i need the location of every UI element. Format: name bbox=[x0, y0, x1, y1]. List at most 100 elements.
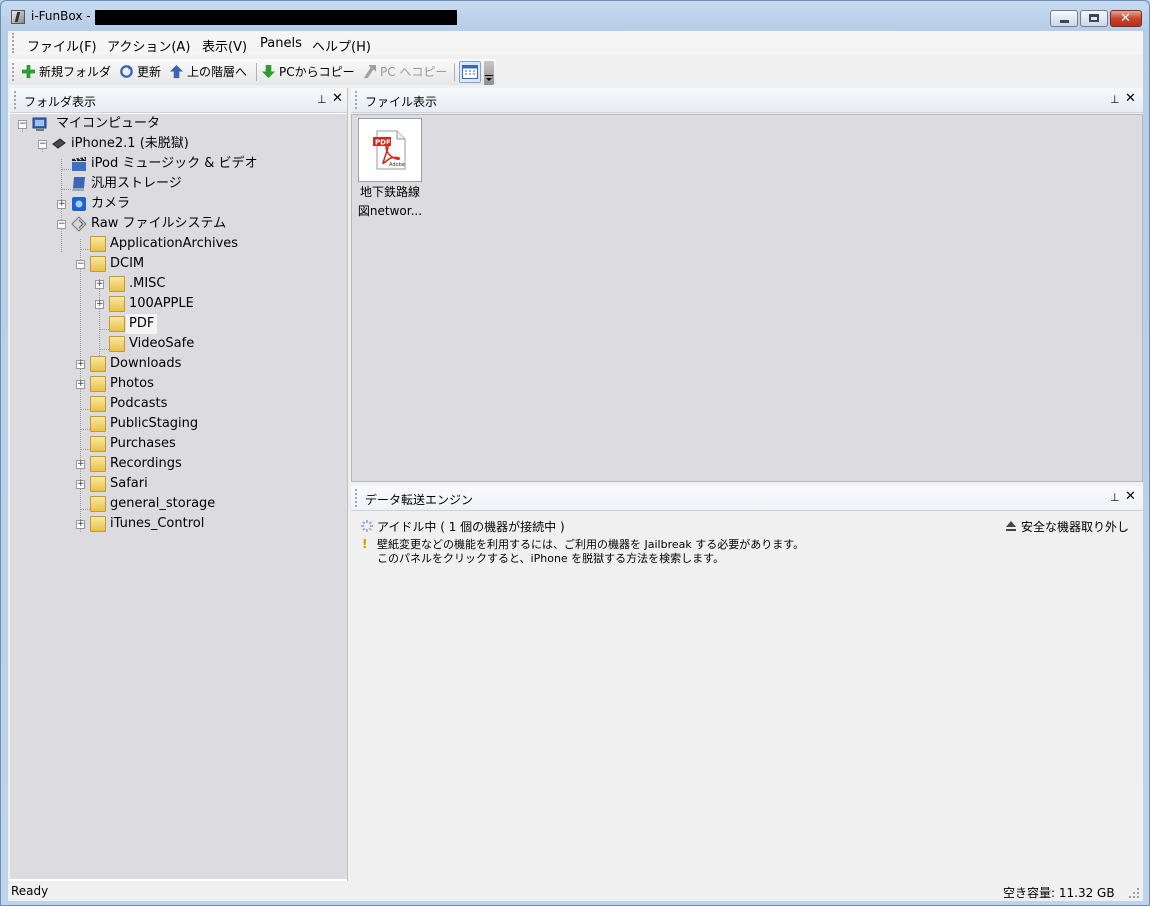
folder-pane: フォルダ表示 ⊥ ✕ − マイコンピュータ − iPhone2.1 (未脱獄) … bbox=[10, 88, 348, 881]
close-button[interactable]: ✕ bbox=[1110, 10, 1142, 27]
title-bar[interactable]: i-FunBox - ✕ bbox=[1, 1, 1149, 31]
tree-item-label: ApplicationArchives bbox=[110, 236, 239, 251]
pdf-file-icon: PDF Adobe bbox=[373, 130, 406, 170]
expand-icon[interactable]: + bbox=[95, 280, 104, 289]
folder-icon bbox=[109, 316, 125, 332]
folder-icon bbox=[90, 416, 106, 432]
expand-icon[interactable]: + bbox=[76, 460, 85, 469]
toolbar-separator bbox=[454, 63, 455, 81]
tree-item-label: Recordings bbox=[110, 456, 182, 471]
status-bar: Ready 空き容量: 11.32 GB bbox=[8, 881, 1143, 901]
tree-item-label: .MISC bbox=[129, 276, 166, 291]
folder-icon bbox=[90, 456, 106, 472]
pin-icon[interactable]: ⊥ bbox=[317, 93, 327, 106]
jailbreak-notice[interactable]: 壁紙変更などの機能を利用するには、ご利用の機器を Jailbreak する必要が… bbox=[377, 538, 804, 566]
refresh-icon bbox=[120, 64, 133, 78]
svg-text:Adobe: Adobe bbox=[389, 162, 405, 168]
expand-icon[interactable]: + bbox=[95, 300, 104, 309]
copy-to-pc-label: PC へコピー bbox=[380, 65, 448, 79]
menu-view[interactable]: 表示(V) bbox=[202, 36, 247, 55]
iphone-icon bbox=[52, 138, 66, 149]
tree-item-label: Podcasts bbox=[110, 396, 168, 411]
tree-item-label: PDF bbox=[126, 314, 158, 334]
menu-panels[interactable]: Panels bbox=[260, 36, 302, 51]
close-pane-icon[interactable]: ✕ bbox=[332, 91, 343, 106]
app-icon bbox=[11, 10, 25, 24]
folder-icon bbox=[109, 276, 125, 292]
collapse-icon[interactable]: − bbox=[57, 220, 66, 229]
app-window: i-FunBox - ✕ ファイル(F) アクション(A) 表示(V) Pane… bbox=[0, 0, 1150, 906]
folder-icon bbox=[109, 296, 125, 312]
computer-icon bbox=[32, 117, 47, 131]
expand-icon[interactable]: + bbox=[57, 200, 66, 209]
toolbar: 新規フォルダ 更新 上の階層へ PCからコピー PC へコピー bbox=[8, 59, 496, 85]
safe-remove-label: 安全な機器取り外し bbox=[1021, 520, 1130, 534]
transfer-pane-title: データ転送エンジン bbox=[365, 493, 474, 507]
minimize-button[interactable] bbox=[1050, 10, 1078, 27]
file-thumbnail[interactable]: PDF Adobe bbox=[358, 118, 422, 182]
transfer-engine-pane[interactable]: データ転送エンジン ⊥ ✕ アイドル中 ( 1 個の機器が接続中 ) 安全な機器… bbox=[351, 486, 1143, 881]
pane-grip[interactable] bbox=[355, 489, 359, 507]
file-list-area[interactable]: PDF Adobe 地下鉄路線 図networ... bbox=[351, 114, 1143, 482]
busy-spinner-icon bbox=[361, 520, 373, 532]
close-pane-icon[interactable]: ✕ bbox=[1125, 489, 1136, 504]
tree-item-label: 汎用ストレージ bbox=[91, 176, 182, 191]
new-folder-label: 新規フォルダ bbox=[39, 65, 112, 79]
folder-icon bbox=[90, 516, 106, 532]
maximize-button[interactable] bbox=[1080, 10, 1108, 27]
pane-grip[interactable] bbox=[14, 91, 18, 109]
menu-bar: ファイル(F) アクション(A) 表示(V) Panels ヘルプ(H) bbox=[8, 31, 1143, 55]
resize-grip-icon[interactable] bbox=[1129, 888, 1140, 899]
tree-item-label: PublicStaging bbox=[110, 416, 199, 431]
maximize-icon bbox=[1089, 14, 1099, 22]
tree-item-label: Raw ファイルシステム bbox=[91, 216, 227, 231]
pane-grip[interactable] bbox=[355, 91, 359, 109]
expand-icon[interactable]: + bbox=[76, 480, 85, 489]
copy-to-pc-icon bbox=[363, 64, 377, 79]
folder-pane-header: フォルダ表示 ⊥ ✕ bbox=[10, 88, 347, 113]
up-level-button[interactable]: 上の階層へ bbox=[169, 63, 247, 81]
folder-icon bbox=[90, 476, 106, 492]
plus-icon bbox=[21, 64, 36, 79]
pin-icon[interactable]: ⊥ bbox=[1110, 93, 1120, 106]
close-pane-icon[interactable]: ✕ bbox=[1125, 91, 1136, 106]
status-text: Ready bbox=[11, 884, 49, 898]
folder-icon bbox=[90, 496, 106, 512]
refresh-button[interactable]: 更新 bbox=[119, 63, 161, 81]
collapse-icon[interactable]: − bbox=[38, 140, 47, 149]
eject-icon bbox=[1006, 521, 1016, 531]
menu-action[interactable]: アクション(A) bbox=[107, 36, 190, 55]
safe-remove-button[interactable]: 安全な機器取り外し bbox=[1005, 518, 1129, 535]
refresh-label: 更新 bbox=[137, 65, 162, 79]
menu-file[interactable]: ファイル(F) bbox=[27, 36, 97, 55]
view-mode-button[interactable] bbox=[459, 61, 481, 83]
pin-icon[interactable]: ⊥ bbox=[1110, 491, 1120, 504]
tree-item-label: iPhone2.1 (未脱獄) bbox=[71, 136, 189, 151]
up-level-label: 上の階層へ bbox=[187, 65, 248, 79]
collapse-icon[interactable]: − bbox=[76, 260, 85, 269]
tree-item-label: general_storage bbox=[110, 496, 216, 511]
toolbar-grip[interactable] bbox=[12, 63, 16, 81]
tree-item-label: iTunes_Control bbox=[110, 516, 205, 531]
collapse-icon[interactable]: − bbox=[18, 120, 27, 129]
expand-icon[interactable]: + bbox=[76, 360, 85, 369]
expand-icon[interactable]: + bbox=[76, 520, 85, 529]
folder-icon bbox=[109, 336, 125, 352]
notice-line: このパネルをクリックすると、iPhone を脱獄する方法を検索します。 bbox=[377, 552, 725, 565]
grid-view-icon bbox=[462, 65, 478, 79]
file-pane-header: ファイル表示 ⊥ ✕ bbox=[351, 88, 1143, 113]
folder-icon bbox=[90, 356, 106, 372]
tree-item-label: DCIM bbox=[110, 256, 145, 271]
menu-grip[interactable] bbox=[12, 33, 16, 53]
copy-from-pc-button[interactable]: PCからコピー bbox=[261, 63, 355, 81]
menu-help[interactable]: ヘルプ(H) bbox=[312, 36, 371, 55]
toolbar-overflow-button[interactable] bbox=[484, 61, 494, 85]
window-title: i-FunBox - bbox=[31, 9, 91, 23]
new-folder-button[interactable]: 新規フォルダ bbox=[21, 63, 111, 81]
movie-clapper-icon bbox=[72, 157, 86, 171]
copy-to-pc-button[interactable]: PC へコピー bbox=[362, 63, 447, 81]
warning-icon: ! bbox=[362, 537, 368, 551]
tree-item-label: iPod ミュージック & ビデオ bbox=[91, 156, 258, 171]
expand-icon[interactable]: + bbox=[76, 380, 85, 389]
notice-line: 壁紙変更などの機能を利用するには、ご利用の機器を Jailbreak する必要が… bbox=[377, 538, 805, 551]
